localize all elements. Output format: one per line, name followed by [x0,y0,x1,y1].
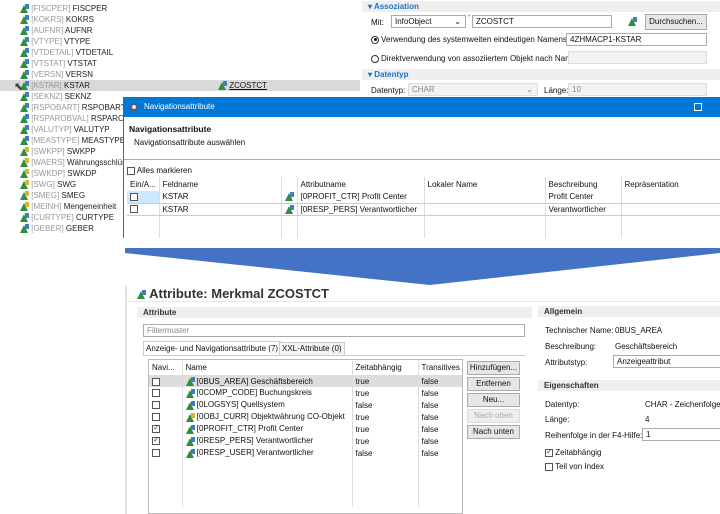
divider [127,301,720,302]
checkbox[interactable] [545,447,553,457]
attribute-name: [0RESP_USER] Verantwortlicher [196,448,314,458]
checkbox-label: Zeitabhängig [555,448,602,457]
f4-order-label: Reihenfolge in der F4-Hilfe: [545,431,643,440]
infoobject-icon [185,400,195,410]
attribute-name: [0RESP_PERS] Verantwortlicher [196,436,314,446]
column-header[interactable]: Navi... [149,360,183,376]
attribute-name: [0COMP_CODE] Buchungskreis [196,388,312,398]
length-value: 4 [645,415,650,424]
new-button[interactable]: Neu... [467,393,520,407]
tab-display-nav-attributes[interactable]: Anzeige- und Navigationsattribute (7) [143,341,282,355]
infoobject-icon [185,424,195,434]
description-value: Geschäftsbereich [615,342,678,351]
table-row[interactable]: [0BUS_AREA] Geschäftsbereich true false [149,375,462,387]
attribute-name: [0LOGSYS] Quellsystem [196,400,285,410]
checkbox[interactable] [152,377,160,386]
time-dependent: false [352,447,419,459]
empty-row [149,459,462,471]
tech-name-label: Technischer Name: [545,326,614,335]
checkbox[interactable] [545,462,553,471]
infoobject-icon [185,388,195,398]
section-allgemein: Allgemein [538,306,720,317]
attribute-name: [0PROFIT_CTR] Profit Center [196,424,303,434]
transitive: false [418,423,462,435]
checkbox[interactable] [152,435,160,446]
attribute-type-label: Attributstyp: [545,358,588,367]
move-up-button: Nach oben [467,409,520,423]
table-row[interactable]: [0COMP_CODE] Buchungskreis true false [149,387,462,399]
attribute-table: Navi... Name Zeitabhängig Transitives A [0B… [149,360,462,507]
infoobject-icon [137,290,146,300]
tab-xxl-attributes[interactable]: XXL-Attribute (0) [279,342,345,355]
infoobject-icon [185,448,195,458]
transitive: false [418,375,462,387]
filter-input[interactable]: Filtermuster [143,324,525,337]
checkbox[interactable] [152,423,160,434]
checkbox[interactable] [152,413,160,422]
empty-row [149,471,462,483]
remove-button[interactable]: Entfernen [467,377,520,391]
infoobject-icon [185,376,195,386]
section-eigenschaften: Eigenschaften [538,380,720,391]
datatype-label: Datentyp: [545,400,580,409]
table-row[interactable]: [0RESP_PERS] Verantwortlicher true false [149,435,462,447]
tab-divider [143,355,525,356]
attribute-editor: Attribute: Merkmal ZCOSTCT Attribute Fil… [125,286,720,514]
move-down-button[interactable]: Nach unten [467,425,520,439]
length-label: Länge: [545,415,570,424]
table-row[interactable]: [0PROFIT_CTR] Profit Center true false [149,423,462,435]
tech-name-value: 0BUS_AREA [615,326,663,335]
add-button[interactable]: Hinzufügen... [467,361,520,375]
section-attribute: Attribute [137,307,532,318]
infoobject-icon [185,436,195,446]
attribute-table-container: Navi... Name Zeitabhängig Transitives A [0B… [148,359,463,514]
f4-order-input[interactable]: 1 [642,428,720,441]
checkbox[interactable] [152,449,160,458]
empty-row [149,483,462,495]
checkbox[interactable] [152,389,160,398]
part-of-index-checkbox[interactable]: Teil von Index [545,462,604,471]
transitive: false [418,399,462,411]
editor-title: Attribute: Merkmal ZCOSTCT [137,286,329,301]
time-dependent: true [352,423,419,435]
time-dependent: true [352,411,419,423]
transitive: false [418,435,462,447]
attribute-type-select[interactable]: Anzeigeattribut [613,355,720,368]
transitive: false [418,411,462,423]
attribute-name: [0BUS_AREA] Geschäftsbereich [196,376,313,386]
time-dependent: true [352,375,419,387]
datatype-value: CHAR - Zeichenfolge [645,400,720,409]
description-label: Beschreibung: [545,342,597,351]
column-header[interactable]: Zeitabhängig [352,360,419,376]
checkbox-label: Teil von Index [555,462,604,471]
table-row[interactable]: [0OBJ_CURR] Objektwährung CO-Objekt true… [149,411,462,423]
column-header[interactable]: Transitives A [418,360,462,376]
column-header[interactable]: Name [182,360,353,376]
time-dependent: true [352,387,419,399]
currency-icon [185,412,195,422]
empty-row [149,495,462,507]
checkbox[interactable] [152,401,160,410]
transitive: false [418,447,462,459]
table-row[interactable]: [0RESP_USER] Verantwortlicher false fals… [149,447,462,459]
transitive: false [418,387,462,399]
editor-title-text: Attribute: Merkmal ZCOSTCT [149,286,329,301]
time-dependent-checkbox[interactable]: Zeitabhängig [545,447,602,457]
time-dependent: true [352,435,419,447]
arrow-chevron [125,248,720,285]
table-row[interactable]: [0LOGSYS] Quellsystem false false [149,399,462,411]
attribute-name: [0OBJ_CURR] Objektwährung CO-Objekt [196,412,345,422]
time-dependent: false [352,399,419,411]
